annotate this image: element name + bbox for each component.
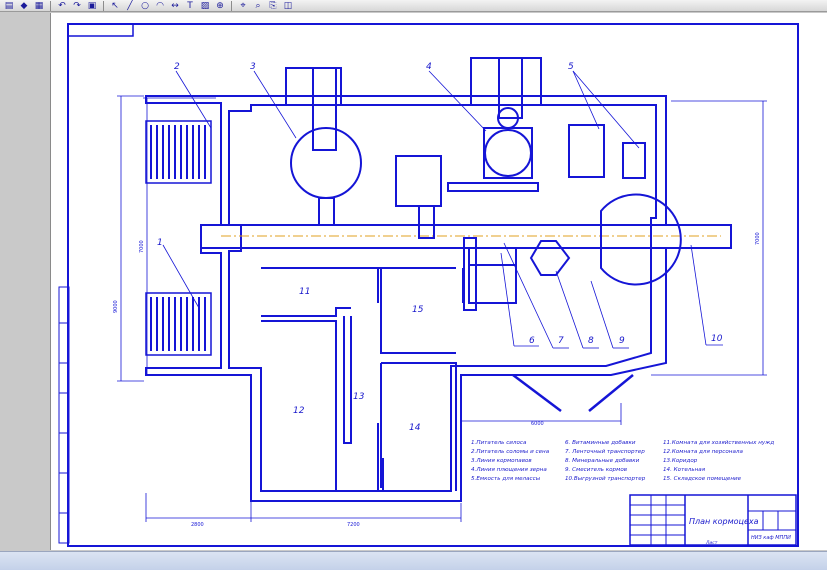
text-icon[interactable]: T [184, 1, 196, 11]
legend-item-8: 8. Минеральные добавки [565, 458, 640, 464]
hatch-icon[interactable]: ▨ [199, 1, 211, 11]
feeder-2-hatched [145, 120, 212, 184]
toolbar: ▤ ◆ ▦ ↶ ↷ ▣ ↖ ╱ ○ ◠ ↔ T ▨ ⊕ ⌖ ⌕ ⎘ ◫ [0, 0, 827, 12]
doors [512, 374, 634, 412]
line-icon[interactable]: ╱ [124, 1, 136, 11]
drawing-title: План кормоцеха [689, 517, 759, 526]
measure-icon[interactable]: ⊕ [214, 1, 226, 11]
dim-height-left: 9000 [113, 300, 119, 313]
title-block-text: План кормоцеха Лист НИЗ каф МППИ [689, 517, 791, 546]
callout-6: 6 [529, 336, 535, 346]
callout-8: 8 [588, 336, 594, 346]
dim-width-mid: 7200 [347, 522, 360, 528]
legend-item-11: 11.Комната для хозяйственных нужд [663, 440, 774, 446]
zoom-icon[interactable]: ⌕ [252, 1, 264, 11]
toolbar-separator [50, 0, 51, 11]
legend-item-2: 2.Питатель соломы и сена [471, 449, 550, 455]
toolbar-separator [103, 0, 104, 11]
floor-plan-drawing[interactable]: 2 3 4 5 1 6 7 8 9 10 11 12 13 14 15 9000… [51, 13, 827, 550]
legend-item-5: 5.Емкость для мелассы [471, 476, 541, 482]
feeder-1-hatched [145, 292, 212, 356]
toolbar-separator [231, 0, 232, 11]
legend-item-15: 15. Складское помещение [663, 476, 742, 482]
room-15: 15 [412, 305, 424, 315]
legend: 1.Питатель силоса 2.Питатель соломы и се… [471, 440, 774, 482]
legend-item-6: 6. Витаминные добавки [565, 440, 636, 446]
copy-icon[interactable]: ⎘ [267, 1, 279, 11]
arc-icon[interactable]: ◠ [154, 1, 166, 11]
circle-icon[interactable]: ○ [139, 1, 151, 11]
legend-item-1: 1.Питатель силоса [471, 440, 527, 446]
dimension-icon[interactable]: ↔ [169, 1, 181, 11]
legend-item-3: 3.Линия кормопавов [471, 458, 532, 464]
callout-4: 4 [426, 62, 432, 72]
callout-2: 2 [174, 62, 180, 72]
redo-icon[interactable]: ↷ [71, 1, 83, 11]
callout-1: 1 [157, 238, 163, 248]
print-icon[interactable]: ▦ [33, 1, 45, 11]
undo-icon[interactable]: ↶ [56, 1, 68, 11]
drawing-sheet[interactable]: 2 3 4 5 1 6 7 8 9 10 11 12 13 14 15 9000… [50, 13, 827, 550]
legend-item-13: 13.Коридор [663, 458, 698, 464]
select-icon[interactable]: ↖ [109, 1, 121, 11]
legend-item-9: 9. Смеситель кормов [565, 467, 627, 473]
dim-height-mid: 7000 [139, 240, 145, 253]
organization-label: НИЗ каф МППИ [751, 535, 791, 541]
room-14: 14 [409, 423, 421, 433]
equipment [290, 107, 682, 311]
dim-width-bottom: 6000 [531, 421, 544, 427]
save-icon[interactable]: ◆ [18, 1, 30, 11]
callout-3: 3 [250, 62, 256, 72]
legend-item-7: 7. Ленточный транспортер [565, 449, 645, 455]
callout-7: 7 [558, 336, 564, 346]
dim-height-right: 7000 [755, 232, 761, 245]
properties-icon[interactable]: ▣ [86, 1, 98, 11]
callout-5: 5 [568, 62, 574, 72]
legend-item-10: 10.Выгрузной транспортер [565, 476, 646, 482]
room-13: 13 [353, 392, 365, 402]
mirror-icon[interactable]: ◫ [282, 1, 294, 11]
legend-item-4: 4.Линия плющения зерна [471, 467, 547, 473]
dim-width-left: 2800 [191, 522, 204, 528]
room-11: 11 [299, 287, 310, 297]
callout-9: 9 [619, 336, 625, 346]
sheet-label: Лист [705, 540, 718, 546]
snap-icon[interactable]: ⌖ [237, 1, 249, 11]
room-12: 12 [293, 406, 305, 416]
status-bar [0, 551, 827, 570]
callout-10: 10 [711, 334, 723, 344]
room-numbers: 11 12 13 14 15 [293, 287, 424, 433]
leader-lines [162, 70, 723, 349]
legend-item-12: 12.Комната для персонала [663, 449, 743, 455]
legend-item-14: 14. Котельная [663, 467, 706, 473]
open-icon[interactable]: ▤ [3, 1, 15, 11]
inner-partitions [261, 267, 464, 491]
dimension-values: 9000 7000 7000 6000 2800 7200 [113, 232, 761, 528]
